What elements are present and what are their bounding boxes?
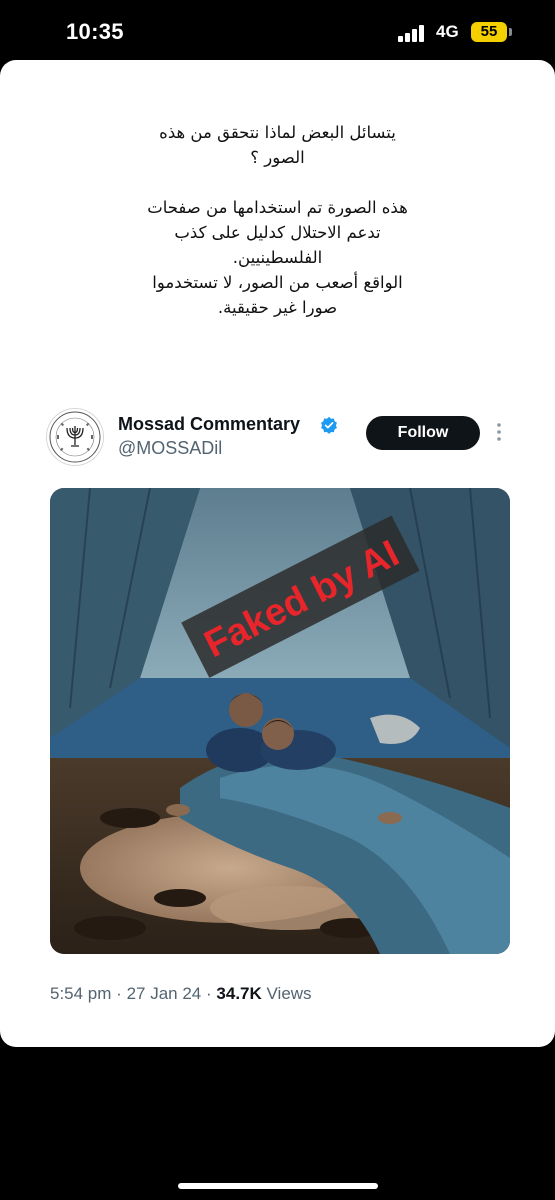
meta-separator: ·: [116, 984, 122, 1003]
user-handle[interactable]: @MOSSADil: [118, 438, 222, 459]
tent-photo: Faked by AI: [50, 488, 510, 954]
tweet-time: 5:54 pm: [50, 984, 112, 1003]
post-line: صورا غير حقيقية.: [217, 298, 338, 317]
avatar[interactable]: [46, 408, 104, 466]
status-time: 10:35: [66, 19, 124, 44]
tweet-media-image[interactable]: Faked by AI: [50, 488, 510, 954]
network-type: 4G: [436, 22, 459, 41]
battery-cap: [509, 28, 512, 36]
post-line: تدعم الاحتلال كدليل على كذب: [174, 223, 381, 242]
tweet-timestamp[interactable]: 5:54 pm · 27 Jan 24 · 34.7K Views: [50, 984, 312, 1004]
post-line: الصور ؟: [250, 148, 305, 167]
post-line: الفلسطينيين.: [232, 248, 323, 267]
verified-badge-icon: [321, 416, 337, 434]
views-label: Views: [266, 984, 312, 1003]
tweet-date: 27 Jan 24: [126, 984, 202, 1003]
post-line: يتسائل البعض لماذا نتحقق من هذه: [159, 123, 396, 142]
home-indicator[interactable]: [178, 1183, 378, 1189]
post-text: يتسائل البعض لماذا نتحقق من هذه الصور ؟ …: [0, 120, 555, 320]
follow-button[interactable]: Follow: [366, 416, 480, 450]
more-options-icon[interactable]: [492, 420, 506, 444]
display-name[interactable]: Mossad Commentary: [118, 414, 300, 435]
embedded-tweet[interactable]: Mossad Commentary @MOSSADil Follow Faked…: [36, 398, 522, 1018]
views-count: 34.7K: [216, 984, 262, 1003]
cellular-signal-icon: [398, 24, 428, 42]
status-bar: 10:35 4G 55: [0, 0, 555, 60]
menorah-logo-icon: [49, 411, 101, 463]
meta-separator: ·: [206, 984, 212, 1003]
post-line: هذه الصورة تم استخدامها من صفحات: [147, 198, 408, 217]
post-line: الواقع أصعب من الصور، لا تستخدموا: [152, 273, 403, 292]
battery-icon: 55: [471, 22, 507, 42]
